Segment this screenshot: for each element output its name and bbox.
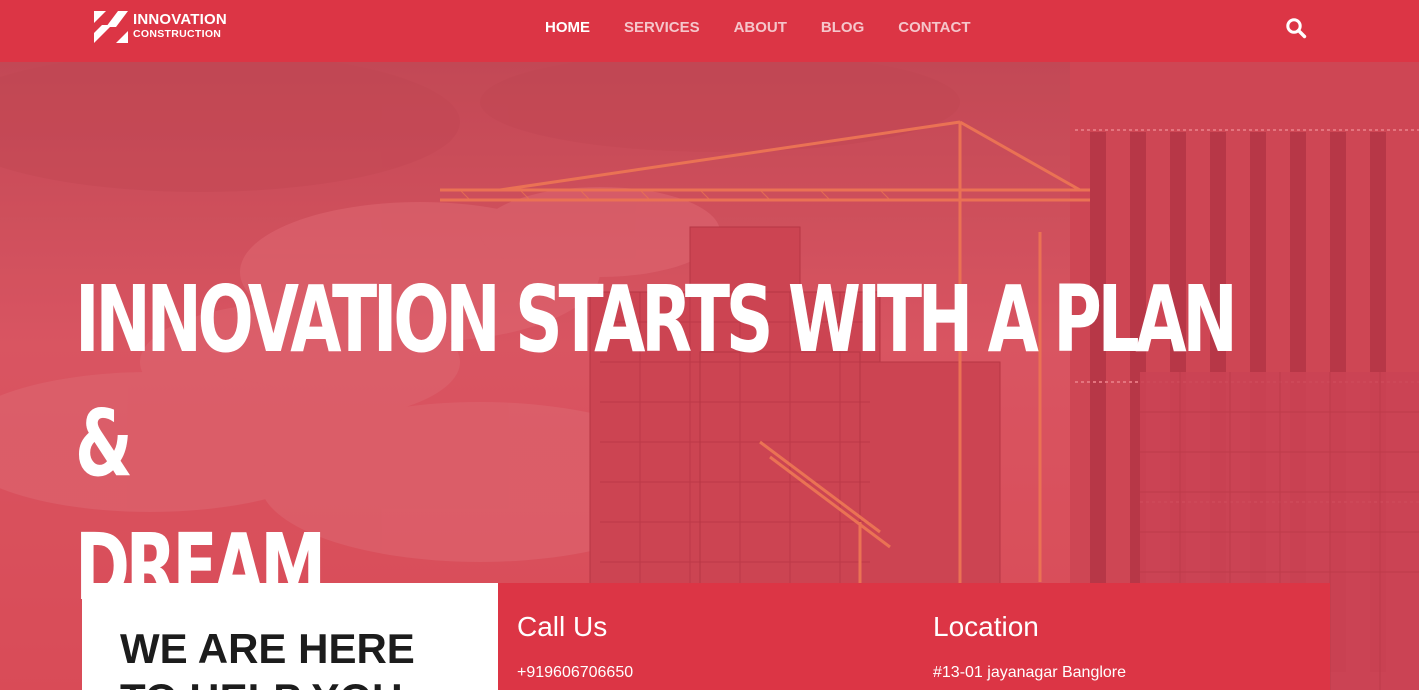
hero-heading-line1: INNOVATION STARTS WITH A PLAN & [75,266,1238,497]
hero-heading: INNOVATION STARTS WITH A PLAN & DREAM [75,258,1299,630]
help-panel: WE ARE HERE TO HELP YOU [82,583,498,690]
brand-name: INNOVATION [133,11,227,28]
search-icon[interactable] [1285,17,1307,39]
main-nav: HOME SERVICES ABOUT BLOG CONTACT [545,19,1004,37]
call-us-heading: Call Us [517,611,608,642]
help-heading-line2: TO HELP YOU [120,675,402,690]
nav-services[interactable]: SERVICES [624,19,700,37]
address-text: #13-01 jayanagar Banglore [933,664,1127,681]
location-block: Location #13-01 jayanagar Banglore [933,611,1126,683]
phone-number[interactable]: +919606706650 [517,663,633,683]
nav-about[interactable]: ABOUT [734,19,787,37]
nav-home[interactable]: HOME [545,19,590,37]
top-navbar: INNOVATION CONSTRUCTION HOME SERVICES AB… [0,0,1419,62]
nav-blog[interactable]: BLOG [821,19,864,37]
brand-logo[interactable]: INNOVATION CONSTRUCTION [94,8,234,46]
location-heading: Location [933,611,1039,642]
logo-mark-icon [94,11,128,43]
contact-info-panel: Call Us +919606706650 Location #13-01 ja… [498,583,1330,690]
help-heading: WE ARE HERE TO HELP YOU [120,624,480,690]
help-heading-line1: WE ARE HERE [120,625,415,672]
brand-tagline: CONSTRUCTION [133,28,222,40]
nav-contact[interactable]: CONTACT [898,19,970,37]
call-us-block: Call Us +919606706650 [517,611,633,683]
